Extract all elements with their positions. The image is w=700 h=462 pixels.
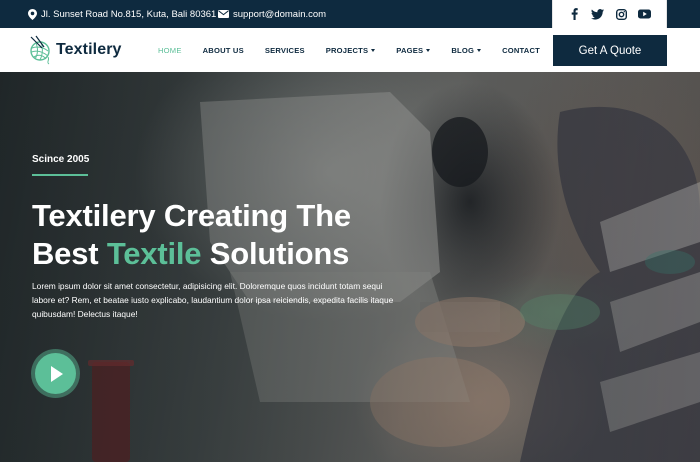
instagram-icon[interactable]	[614, 7, 628, 21]
twitter-icon[interactable]	[591, 7, 605, 21]
accent-divider	[32, 174, 88, 176]
nav-blog-label: BLOG	[451, 45, 475, 55]
play-icon	[51, 365, 63, 382]
play-button-inner[interactable]	[35, 353, 76, 394]
nav-about-us[interactable]: ABOUT US	[203, 46, 244, 55]
nav-pages-label: PAGES	[396, 45, 424, 55]
nav-about-us-label: ABOUT US	[202, 45, 244, 55]
headline-line-1: Textilery Creating The	[32, 198, 351, 233]
nav-contact-label: CONTACT	[502, 45, 541, 55]
address-text: Jl. Sunset Road No.815, Kuta, Bali 80361	[41, 8, 217, 20]
hero-headline: Textilery Creating The Best Textile Solu…	[32, 197, 452, 273]
headline-end: Solutions	[209, 236, 350, 271]
facebook-icon[interactable]	[568, 7, 582, 21]
map-pin-icon	[28, 8, 37, 20]
nav-home[interactable]: HOME	[158, 46, 182, 55]
brand-logo[interactable]: Textilery	[28, 35, 122, 65]
brand-name: Textilery	[56, 41, 122, 58]
yarn-ball-icon	[30, 35, 50, 65]
headline-best: Best	[32, 236, 99, 271]
nav-home-label: HOME	[158, 45, 182, 55]
chevron-down-icon	[477, 48, 482, 52]
chevron-down-icon	[371, 48, 376, 52]
nav-blog[interactable]: BLOG	[451, 45, 482, 55]
get-a-quote-button[interactable]: Get A Quote	[553, 35, 667, 66]
play-video-button[interactable]	[31, 349, 80, 398]
chevron-down-icon	[426, 48, 431, 52]
social-links	[552, 0, 667, 28]
address-info: Jl. Sunset Road No.815, Kuta, Bali 80361	[28, 0, 216, 28]
top-bar: Jl. Sunset Road No.815, Kuta, Bali 80361…	[0, 0, 700, 28]
envelope-icon	[218, 10, 229, 18]
hero-section: Scince 2005 Textilery Creating The Best …	[0, 72, 700, 462]
nav-services-label: SERVICES	[264, 45, 305, 55]
nav-projects-label: PROJECTS	[325, 45, 369, 55]
nav-pages[interactable]: PAGES	[396, 45, 431, 55]
email-info[interactable]: support@domain.com	[218, 0, 326, 28]
youtube-icon[interactable]	[637, 7, 651, 21]
since-label: Scince 2005	[32, 154, 90, 165]
email-text[interactable]: support@domain.com	[233, 9, 326, 20]
headline-accent: Textile	[106, 236, 202, 271]
main-menu: HOME ABOUT US SERVICES PROJECTS PAGES BL…	[158, 28, 561, 72]
nav-contact[interactable]: CONTACT	[502, 46, 540, 55]
nav-services[interactable]: SERVICES	[265, 46, 305, 55]
hero-description: Lorem ipsum dolor sit amet consectetur, …	[32, 281, 394, 319]
main-navbar: Textilery HOME ABOUT US SERVICES PROJECT…	[0, 28, 700, 72]
nav-projects[interactable]: PROJECTS	[326, 46, 376, 55]
